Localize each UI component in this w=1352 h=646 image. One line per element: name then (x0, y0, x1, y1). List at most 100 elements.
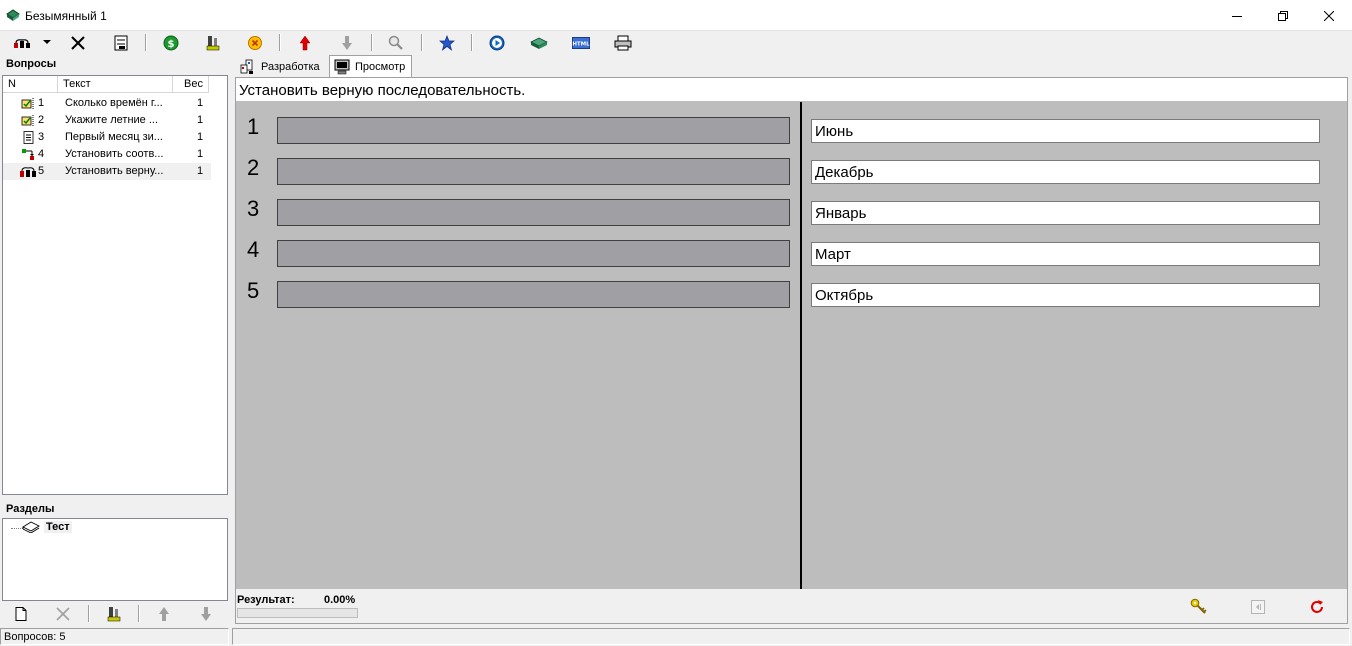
play-icon (489, 35, 505, 50)
search-icon (388, 35, 403, 50)
order-slot[interactable] (277, 281, 790, 308)
restore-icon (1278, 10, 1288, 21)
export-book-button[interactable] (528, 32, 550, 53)
answer-option[interactable]: Декабрь (811, 160, 1320, 184)
move-down-button-bottom[interactable] (195, 603, 217, 624)
slot-number: 3 (247, 196, 260, 221)
title-bar: Безымянный 1 (0, 0, 1352, 31)
main-toolbar: $ HTML (0, 31, 1352, 54)
order-slot[interactable] (277, 117, 790, 144)
column-header-text[interactable]: Текст (58, 76, 173, 93)
minimize-button[interactable] (1214, 0, 1260, 31)
tab-design[interactable]: Разработка (236, 57, 326, 77)
section-item-test[interactable]: Тест (21, 521, 72, 533)
window-title: Безымянный 1 (25, 9, 107, 23)
print-icon (614, 35, 632, 50)
book-icon (530, 37, 548, 49)
move-up-button-bottom[interactable] (153, 603, 175, 624)
new-question-button[interactable] (10, 603, 32, 624)
question-tools-button[interactable] (103, 603, 125, 624)
tab-label: Разработка (261, 61, 320, 73)
delete-icon (56, 606, 70, 621)
slot-number: 1 (247, 114, 260, 139)
tab-label: Просмотр (355, 61, 406, 73)
search-button[interactable] (385, 32, 407, 53)
move-down-icon (342, 35, 352, 50)
question-row[interactable]: 2 Укажите летние ... 1 (3, 112, 211, 129)
answer-option[interactable]: Январь (811, 201, 1320, 225)
svg-text:$: $ (168, 39, 175, 50)
question-type-button[interactable] (11, 32, 35, 53)
favorite-button[interactable] (436, 32, 458, 53)
back-button[interactable] (1247, 596, 1269, 618)
edit-question-button[interactable] (110, 32, 132, 53)
result-progress-bar (237, 608, 358, 618)
question-weight: 1 (197, 165, 204, 177)
answer-option[interactable]: Март (811, 242, 1320, 266)
edit-icon (114, 35, 128, 50)
multiple-choice-icon (21, 115, 34, 126)
question-row[interactable]: 3 Первый месяц зи... 1 (3, 129, 211, 146)
close-button[interactable] (1306, 0, 1352, 31)
question-number: 4 (38, 148, 45, 160)
print-button[interactable] (612, 32, 634, 53)
book-icon (22, 521, 40, 533)
question-type-dropdown[interactable] (40, 32, 54, 53)
new-icon (15, 606, 27, 621)
preview-area: Установить верную последовательность. 1 … (235, 77, 1348, 624)
delete-question-button[interactable] (67, 32, 89, 53)
question-weight: 1 (197, 97, 204, 109)
design-icon (240, 59, 253, 74)
question-count-status: Вопросов: 5 (0, 628, 229, 645)
result-value: 0.00% (324, 594, 356, 606)
order-slot[interactable] (277, 199, 790, 226)
question-text: Укажите летние ... (65, 114, 159, 126)
tab-preview[interactable]: Просмотр (329, 55, 413, 78)
questions-list[interactable]: N Текст Вес 1 Сколько времён г... 1 2 Ук… (2, 75, 228, 495)
sections-tree[interactable]: Тест (2, 518, 228, 601)
move-up-button[interactable] (294, 32, 316, 53)
question-row[interactable]: 4 Установить соотв... 1 (3, 146, 211, 163)
question-row[interactable]: 5 Установить верну... 1 (3, 163, 211, 180)
question-weight: 1 (197, 114, 204, 126)
export-html-button[interactable]: HTML (570, 32, 592, 53)
run-test-button[interactable] (486, 32, 508, 53)
order-slots-column: 1 2 3 4 5 (236, 102, 800, 589)
question-text: Установить соотв... (65, 148, 164, 160)
close-icon (1324, 10, 1334, 21)
app-book-icon (6, 9, 20, 21)
question-text: Установить верну... (65, 165, 164, 177)
question-row[interactable]: 1 Сколько времён г... 1 (3, 95, 211, 112)
move-down-icon (201, 606, 211, 621)
check-answer-button[interactable] (1188, 596, 1210, 618)
column-header-n[interactable]: N (3, 76, 58, 93)
cancel-icon (248, 35, 262, 50)
move-down-button[interactable] (336, 32, 358, 53)
single-choice-icon (21, 98, 34, 109)
view-tabs: Разработка Просмотр (234, 55, 1348, 78)
answer-option[interactable]: Июнь (811, 119, 1320, 143)
monitor-icon (334, 59, 350, 75)
restart-button[interactable] (1306, 596, 1328, 618)
answer-option[interactable]: Октябрь (811, 283, 1320, 307)
text-input-icon (23, 131, 34, 144)
delete-question-button-bottom[interactable] (52, 603, 74, 624)
tools-icon (107, 606, 121, 621)
order-slot[interactable] (277, 158, 790, 185)
back-icon (1251, 600, 1265, 614)
slot-number: 2 (247, 155, 260, 180)
question-text: Сколько времён г... (65, 97, 163, 109)
slot-number: 4 (247, 237, 260, 262)
question-type-icon (14, 38, 30, 48)
restore-button[interactable] (1260, 0, 1306, 31)
status-bar: Вопросов: 5 (0, 627, 1352, 646)
move-up-icon (299, 35, 311, 50)
cancel-button[interactable] (244, 32, 266, 53)
svg-text:HTML: HTML (572, 41, 590, 47)
order-slot[interactable] (277, 240, 790, 267)
html-icon: HTML (572, 36, 590, 49)
status-panel (232, 628, 1350, 645)
settings-tools-button[interactable] (202, 32, 224, 53)
column-header-weight[interactable]: Вес (173, 76, 209, 93)
cost-button[interactable]: $ (160, 32, 182, 53)
